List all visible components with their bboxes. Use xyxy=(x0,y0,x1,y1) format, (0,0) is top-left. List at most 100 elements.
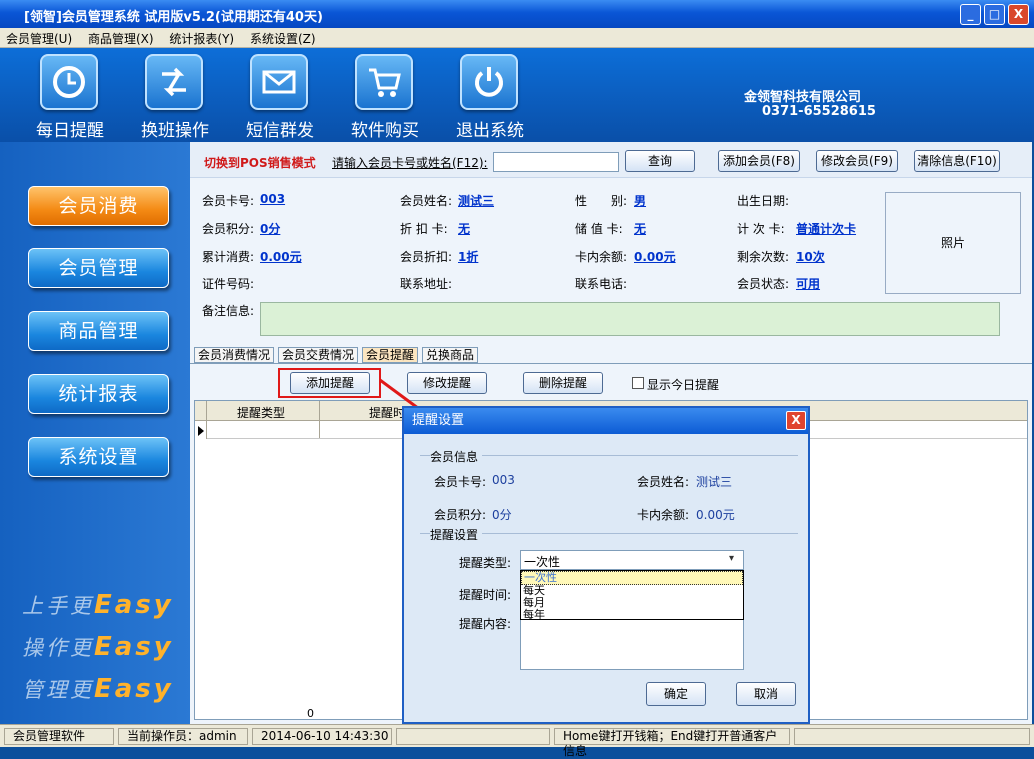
toolbar-label: 短信群发 xyxy=(246,121,314,141)
slogan-prefix: 操作更 xyxy=(22,636,94,660)
remain-value[interactable]: 10次 xyxy=(796,248,825,265)
dropdown-option[interactable]: 每天 xyxy=(521,585,743,597)
slogan-prefix: 管理更 xyxy=(22,678,94,702)
pos-mode-link[interactable]: 切换到POS销售模式 xyxy=(204,154,316,171)
dialog-card-label: 会员卡号: xyxy=(434,475,487,489)
status-datetime: 2014-06-10 14:43:30 xyxy=(252,728,392,745)
tab-divider xyxy=(190,363,1032,364)
status-label: 会员状态: xyxy=(737,277,790,291)
title-bar: [领智]会员管理系统 试用版v5.2(试用期还有40天) _ □ X xyxy=(0,0,1034,28)
dropdown-option[interactable]: 一次性 xyxy=(521,571,743,585)
dialog-balance-label: 卡内余额: xyxy=(637,508,690,522)
ok-button[interactable]: 确定 xyxy=(646,682,706,706)
minimize-button[interactable]: _ xyxy=(960,4,981,25)
gender-value[interactable]: 男 xyxy=(634,192,646,209)
member-discount-value[interactable]: 1折 xyxy=(458,248,478,265)
balance-value[interactable]: 0.00元 xyxy=(634,248,676,265)
tab-payment[interactable]: 会员交费情况 xyxy=(278,347,359,363)
delete-reminder-button[interactable]: 删除提醒 xyxy=(523,372,603,394)
slogan-prefix: 上手更 xyxy=(22,594,94,618)
power-icon xyxy=(460,54,518,110)
count-card-label: 计 次 卡: xyxy=(737,222,785,236)
slogan-word: Easy xyxy=(94,632,174,662)
column-header[interactable]: 提醒类型 xyxy=(237,404,285,421)
exit-system-button[interactable]: 退出系统 xyxy=(442,48,538,142)
query-button[interactable]: 查询 xyxy=(625,150,695,172)
id-label: 证件号码: xyxy=(202,277,255,291)
total-value[interactable]: 0.00元 xyxy=(260,248,302,265)
member-info: 会员卡号: 003 会员姓名: 测试三 性 别: 男 出生日期: 会员积分: 0… xyxy=(190,178,1032,342)
edit-member-button[interactable]: 修改会员(F9) xyxy=(816,150,898,172)
daily-reminder-button[interactable]: 每日提醒 xyxy=(22,48,118,142)
add-reminder-button[interactable]: 添加提醒 xyxy=(290,372,370,394)
nav-system-settings[interactable]: 系统设置 xyxy=(28,437,169,477)
cancel-button[interactable]: 取消 xyxy=(736,682,796,706)
tab-reminder[interactable]: 会员提醒 xyxy=(362,347,419,363)
search-input[interactable] xyxy=(493,152,619,172)
dialog-close-button[interactable]: X xyxy=(786,411,806,430)
today-checkbox[interactable] xyxy=(632,377,644,389)
nav-reports[interactable]: 统计报表 xyxy=(28,374,169,414)
name-value[interactable]: 测试三 xyxy=(458,192,494,209)
company-name: 金领智科技有限公司 xyxy=(744,90,862,105)
toolbar-label: 换班操作 xyxy=(141,121,209,141)
menu-bar: 会员管理(U) 商品管理(X) 统计报表(Y) 系统设置(Z) xyxy=(0,28,1034,48)
sms-broadcast-button[interactable]: 短信群发 xyxy=(232,48,328,142)
tab-consumption[interactable]: 会员消费情况 xyxy=(194,347,275,363)
grid-footer-count: 0 xyxy=(307,707,314,720)
envelope-icon xyxy=(250,54,308,110)
card-label: 会员卡号: xyxy=(202,194,255,208)
tab-exchange[interactable]: 兑换商品 xyxy=(422,347,479,363)
photo-box: 照片 xyxy=(885,192,1021,294)
dropdown-option[interactable]: 每月 xyxy=(521,597,743,609)
shift-change-button[interactable]: 换班操作 xyxy=(127,48,223,142)
discount-card-value[interactable]: 无 xyxy=(458,220,470,237)
window-title: [领智]会员管理系统 试用版v5.2(试用期还有40天) xyxy=(24,10,323,25)
cart-icon xyxy=(355,54,413,110)
menu-report[interactable]: 统计报表(Y) xyxy=(163,28,240,49)
group-member-info: 会员信息 xyxy=(430,448,483,465)
clear-info-button[interactable]: 清除信息(F10) xyxy=(914,150,1000,172)
slogan: 上手更Easy xyxy=(22,590,174,620)
points-value[interactable]: 0分 xyxy=(260,220,280,237)
menu-goods[interactable]: 商品管理(X) xyxy=(82,28,160,49)
discount-card-label: 折 扣 卡: xyxy=(400,222,448,236)
content-textarea[interactable] xyxy=(520,620,744,670)
points-label: 会员积分: xyxy=(202,222,255,236)
dialog-name-label: 会员姓名: xyxy=(637,475,690,489)
dialog-card-value: 003 xyxy=(492,473,515,487)
nav-goods-manage[interactable]: 商品管理 xyxy=(28,311,169,351)
type-select[interactable]: 一次性 ▾ xyxy=(520,550,744,570)
card-value[interactable]: 003 xyxy=(260,192,285,206)
slogan: 管理更Easy xyxy=(22,674,174,704)
note-label: 备注信息: xyxy=(202,304,255,318)
dialog-balance-value: 0.00元 xyxy=(696,508,735,522)
add-member-button[interactable]: 添加会员(F8) xyxy=(718,150,800,172)
count-card-value[interactable]: 普通计次卡 xyxy=(796,220,856,237)
reminder-dialog: 提醒设置 X 会员信息 会员卡号: 003 会员姓名: 测试三 会员积分: 0分… xyxy=(402,406,810,724)
maximize-button[interactable]: □ xyxy=(984,4,1005,25)
slogan: 操作更Easy xyxy=(22,632,174,662)
menu-settings[interactable]: 系统设置(Z) xyxy=(244,28,322,49)
nav-member-consume[interactable]: 会员消费 xyxy=(28,186,169,226)
stored-card-value[interactable]: 无 xyxy=(634,220,646,237)
status-operator: 当前操作员：admin xyxy=(118,728,248,745)
menu-member[interactable]: 会员管理(U) xyxy=(0,28,78,49)
left-nav: 会员消费 会员管理 商品管理 统计报表 系统设置 上手更Easy 操作更Easy… xyxy=(0,142,190,724)
status-hint: Home键打开钱箱；End键打开普通客户信息 xyxy=(554,728,790,758)
content-label: 提醒内容: xyxy=(459,617,512,631)
status-empty xyxy=(396,728,550,745)
status-value[interactable]: 可用 xyxy=(796,275,820,292)
clock-icon xyxy=(40,54,98,110)
nav-member-manage[interactable]: 会员管理 xyxy=(28,248,169,288)
toolbar-label: 软件购买 xyxy=(351,121,419,141)
buy-software-button[interactable]: 软件购买 xyxy=(337,48,433,142)
close-button[interactable]: X xyxy=(1008,4,1029,25)
current-row-arrow-icon xyxy=(198,426,204,436)
stored-card-label: 储 值 卡: xyxy=(575,222,623,236)
chevron-down-icon[interactable]: ▾ xyxy=(729,553,734,564)
status-empty xyxy=(794,728,1030,745)
time-label: 提醒时间: xyxy=(459,588,512,602)
note-field[interactable] xyxy=(260,302,1000,336)
search-prompt: 请输入会员卡号或姓名(F12): xyxy=(332,156,488,170)
